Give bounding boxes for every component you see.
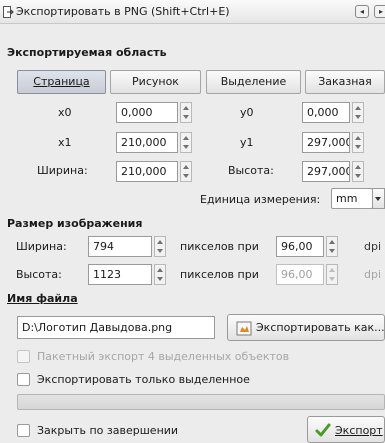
x0-spinner[interactable] <box>180 102 192 123</box>
area-width-label: Ширина: <box>37 164 88 177</box>
export-as-icon <box>236 321 252 336</box>
dropdown-arrow-icon <box>375 197 381 201</box>
x0-field[interactable]: 0,000 <box>116 102 178 123</box>
close-when-done-checkbox[interactable] <box>17 424 30 437</box>
tab-page[interactable]: Страница <box>17 70 106 94</box>
image-size-heading: Размер изображения <box>7 217 143 230</box>
y1-label: y1 <box>240 136 254 149</box>
checkmark-icon <box>315 423 331 437</box>
tab-drawing-label: Рисунок <box>132 75 179 88</box>
tab-selection[interactable]: Выделение <box>206 70 301 94</box>
filename-heading: Имя файла <box>7 292 78 305</box>
dpi-y-field: 96,00 <box>276 264 324 285</box>
dpi-x-spinner[interactable] <box>326 236 338 257</box>
only-selected-checkbox[interactable] <box>17 373 30 386</box>
export-area-heading: Экспортируемая область <box>7 46 167 59</box>
area-height-field[interactable]: 297,000 <box>302 161 350 182</box>
close-panel-button[interactable]: ▸ <box>374 5 385 18</box>
area-height-label: Высота: <box>228 164 274 177</box>
chevron-down-icon[interactable] <box>372 188 385 209</box>
y0-field[interactable]: 0,000 <box>302 102 350 123</box>
tab-page-label: Страница <box>33 75 90 88</box>
progress-bar <box>17 394 385 410</box>
batch-export-label: Пакетный экспорт 4 выделенных объектов <box>37 350 290 363</box>
title-bar: Экспортировать в PNG (Shift+Ctrl+E) ◂ ▸ <box>0 0 385 24</box>
export-button-label: Экспорт <box>335 424 383 437</box>
y0-label: y0 <box>240 106 254 119</box>
tab-selection-label: Выделение <box>220 75 287 88</box>
x1-field[interactable]: 210,000 <box>116 132 178 153</box>
close-when-done-label: Закрыть по завершении <box>37 424 179 437</box>
image-height-field[interactable]: 1123 <box>88 264 152 285</box>
image-width-label: Ширина: <box>16 240 67 253</box>
x0-label: x0 <box>58 106 72 119</box>
tab-custom[interactable]: Заказная <box>305 70 385 94</box>
image-height-spinner[interactable] <box>154 264 166 285</box>
only-selected-label: Экспортировать только выделенное <box>37 373 250 386</box>
x1-spinner[interactable] <box>180 132 192 153</box>
dpi-y-spinner <box>326 264 338 285</box>
pixels-at-label-1: пикселов при <box>180 240 259 253</box>
dpi-label-1: dpi <box>364 240 382 253</box>
export-as-button[interactable]: Экспортировать как... <box>227 314 385 341</box>
tab-custom-label: Заказная <box>318 75 372 88</box>
dpi-x-field[interactable]: 96,00 <box>276 236 324 257</box>
x1-label: x1 <box>58 136 72 149</box>
area-height-spinner[interactable] <box>352 161 364 182</box>
export-button[interactable]: Экспорт <box>307 416 385 443</box>
unit-select[interactable]: mm <box>331 188 373 209</box>
area-width-field[interactable]: 210,000 <box>116 161 178 182</box>
batch-export-checkbox <box>17 350 30 363</box>
filename-input[interactable]: D:\Логотип Давыдова.png <box>17 316 215 339</box>
tab-drawing[interactable]: Рисунок <box>110 70 201 94</box>
image-width-field[interactable]: 794 <box>88 236 152 257</box>
y1-spinner[interactable] <box>352 132 364 153</box>
area-width-spinner[interactable] <box>180 161 192 182</box>
y1-field[interactable]: 297,000 <box>302 132 350 153</box>
export-as-label: Экспортировать как... <box>256 321 385 334</box>
pixels-at-label-2: пикселов при <box>180 268 259 281</box>
window-title: Экспортировать в PNG (Shift+Ctrl+E) <box>16 5 230 18</box>
y0-spinner[interactable] <box>352 102 364 123</box>
dpi-label-2: dpi <box>364 268 382 281</box>
image-width-spinner[interactable] <box>154 236 166 257</box>
image-height-label: Высота: <box>16 268 62 281</box>
collapse-button[interactable]: ◂ <box>355 5 369 18</box>
unit-label: Единица измерения: <box>200 193 321 206</box>
export-icon <box>3 6 14 18</box>
